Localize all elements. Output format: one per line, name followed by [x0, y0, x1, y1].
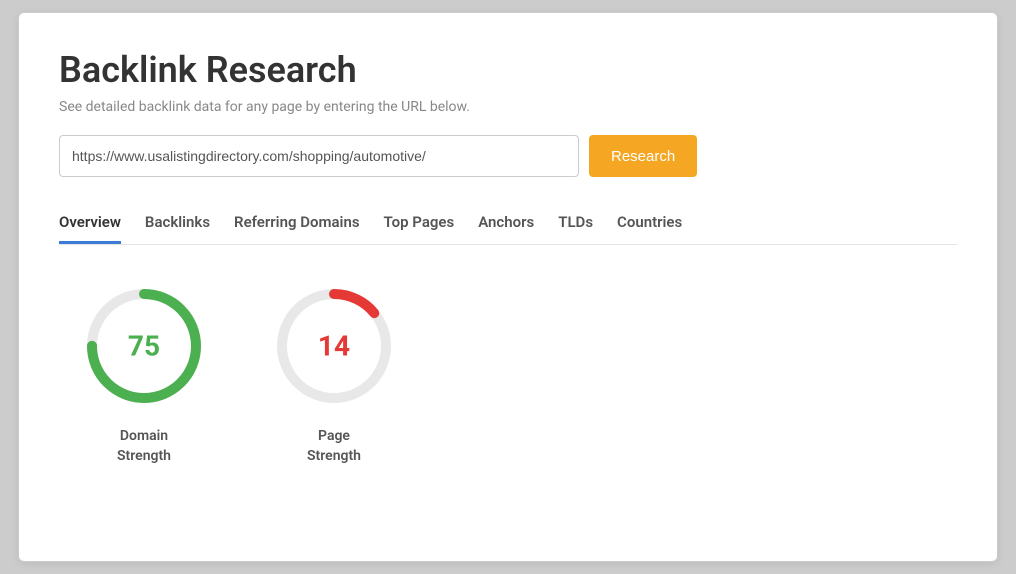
subtitle: See detailed backlink data for any page …: [59, 99, 957, 115]
page-title: Backlink Research: [59, 49, 957, 91]
page-strength-card: 14 Page Strength: [269, 281, 399, 466]
metrics-row: 75 Domain Strength 14 Page Strength: [59, 281, 957, 466]
tabs-nav: Overview Backlinks Referring Domains Top…: [59, 205, 957, 245]
page-strength-chart: 14: [269, 281, 399, 411]
domain-strength-card: 75 Domain Strength: [79, 281, 209, 466]
research-button[interactable]: Research: [589, 135, 697, 177]
tab-referring-domains[interactable]: Referring Domains: [234, 205, 360, 244]
domain-strength-label: Domain Strength: [117, 427, 171, 466]
tab-anchors[interactable]: Anchors: [478, 205, 534, 244]
domain-strength-chart: 75: [79, 281, 209, 411]
domain-strength-value: 75: [128, 330, 160, 363]
page-strength-label: Page Strength: [307, 427, 361, 466]
tab-backlinks[interactable]: Backlinks: [145, 205, 210, 244]
page-strength-value: 14: [318, 330, 350, 363]
url-input[interactable]: [59, 135, 579, 177]
tab-tlds[interactable]: TLDs: [558, 205, 593, 244]
tab-overview[interactable]: Overview: [59, 205, 121, 244]
tab-top-pages[interactable]: Top Pages: [384, 205, 455, 244]
tab-countries[interactable]: Countries: [617, 205, 682, 244]
main-window: Backlink Research See detailed backlink …: [18, 12, 998, 562]
search-row: Research: [59, 135, 957, 177]
